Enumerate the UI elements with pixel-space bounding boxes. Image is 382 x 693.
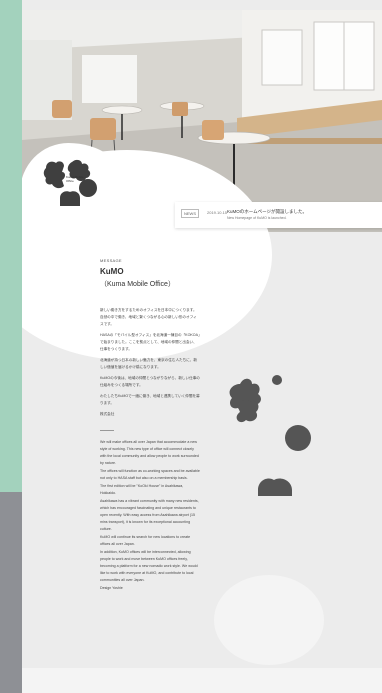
news-tag: NEWS	[181, 209, 199, 218]
jp-paragraph: 新しい働き方をするためのオフィスを日本中につくります。自然の中で働き、地域と繋く…	[100, 308, 197, 326]
page: Kuma Mobile Office NEWS 2019.10.15 KuMOの…	[22, 0, 382, 693]
en-paragraph: The offices will function as co-working …	[100, 468, 200, 480]
news-date: 2019.10.15	[207, 210, 228, 215]
news-subtitle: New Homepage of KuMO is launched.	[227, 216, 287, 220]
jp-paragraph: 北海道が持つ日本の新しい魅力を、東京の住む人たちに、新しい価値を届けるかけ橋にな…	[100, 358, 197, 369]
decorative-bear-shapes	[222, 372, 332, 512]
decorative-blob-bottom	[214, 575, 324, 665]
en-paragraph: We will make offices all over Japan that…	[100, 439, 199, 465]
page-title: KuMO	[100, 267, 124, 276]
logo-text: Kuma Mobile Office	[66, 175, 84, 183]
en-paragraph: Asahikawa has a vibrant community with m…	[100, 498, 199, 531]
left-gray-strip	[0, 492, 22, 693]
message-section: MESSAGE KuMO （Kuma Mobile Office） 新しい働き方…	[100, 258, 200, 592]
en-signature: Design Yoshie	[100, 585, 123, 590]
footer-band	[22, 668, 382, 693]
news-title[interactable]: KuMOのホームページが開設しました。	[227, 209, 307, 215]
news-bar[interactable]: NEWS 2019.10.15 KuMOのホームページが開設しました。 New …	[175, 202, 382, 228]
en-paragraph: The first edition will be "KoOki House" …	[100, 483, 184, 495]
jp-paragraph: KuMOの今後は、地域の仲間とつながりながら、新しい仕事の仕組みをつくる場所です…	[100, 376, 200, 387]
jp-paragraph: HASAの「モバイル型オフィス」を北海道一棟目の「KOKOA」で始まりました。こ…	[100, 333, 200, 351]
jp-paragraph: わたしたちKuMOで一緒に働き、地域と連携していく仲間を募ります。	[100, 394, 200, 405]
en-paragraph: KuMO will continue its search for new lo…	[100, 534, 191, 546]
en-paragraph: In addition, KuMO offices will be interc…	[100, 549, 198, 582]
kumo-logo[interactable]	[42, 158, 100, 208]
section-divider	[100, 430, 114, 431]
jp-signature: 株式会社	[100, 412, 115, 416]
section-label: MESSAGE	[100, 258, 122, 263]
page-subtitle: （Kuma Mobile Office）	[100, 281, 175, 288]
